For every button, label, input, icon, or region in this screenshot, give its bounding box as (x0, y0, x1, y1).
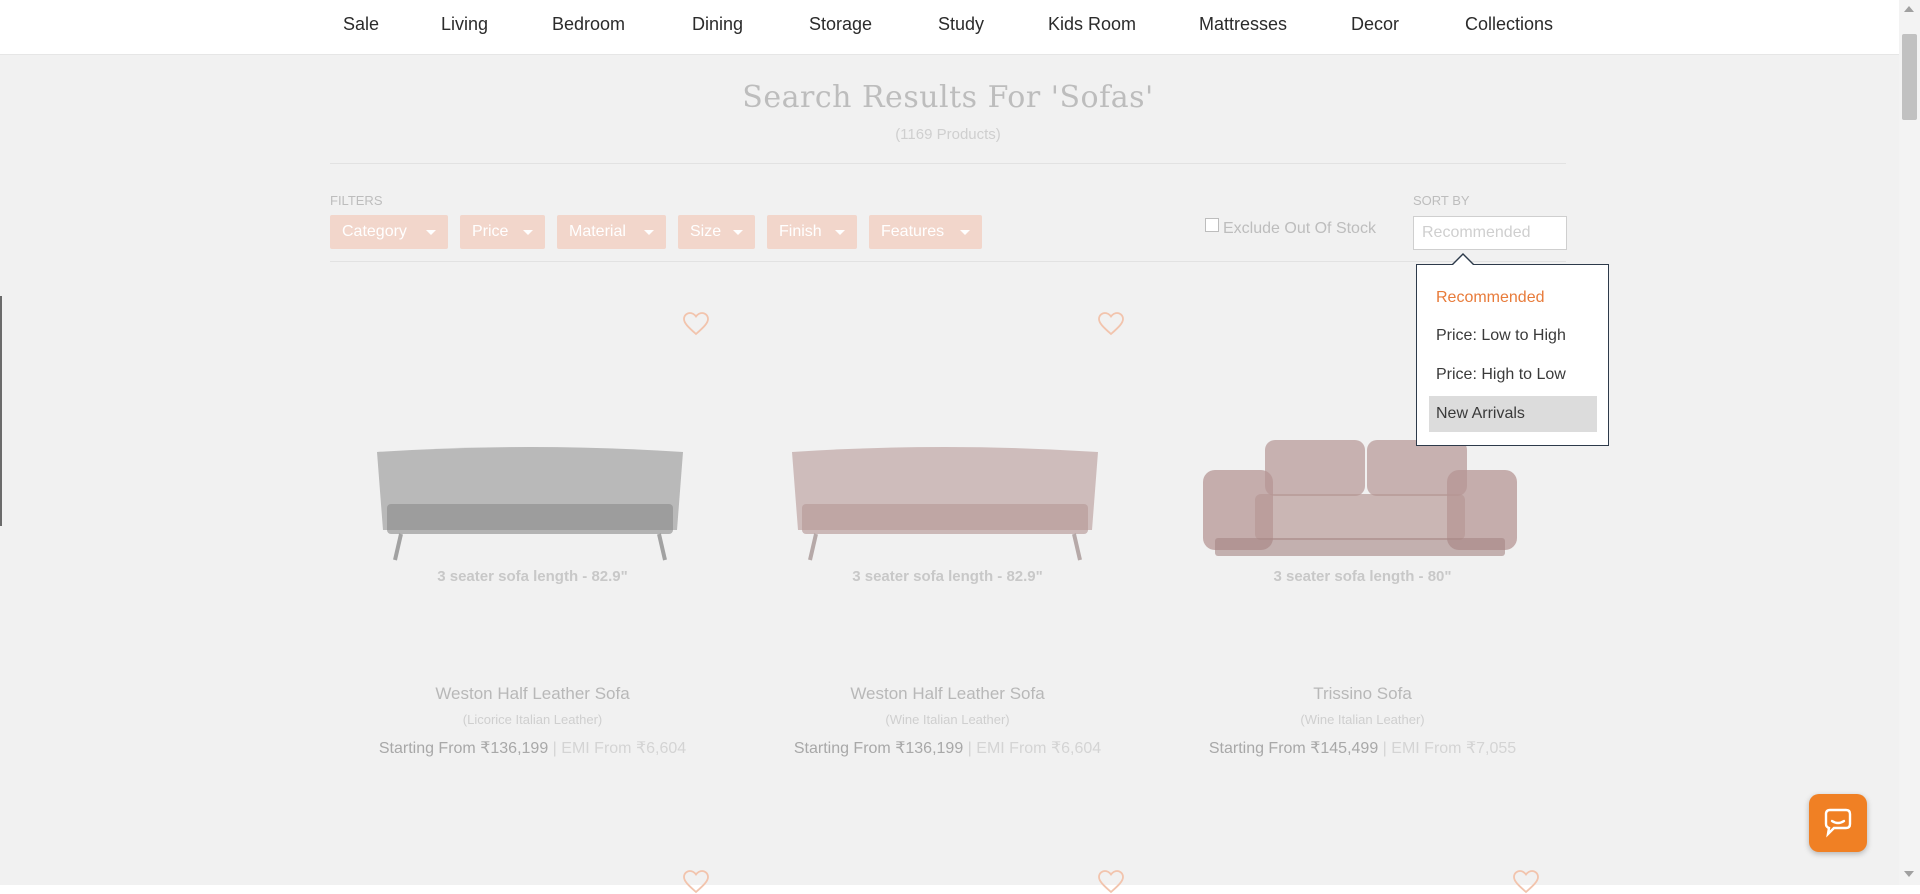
wishlist-heart-icon[interactable] (683, 870, 709, 894)
sofa-dimension-caption: 3 seater sofa length - 80" (1273, 568, 1452, 585)
sofa-dimension-caption: 3 seater sofa length - 82.9" (437, 568, 628, 585)
product-name[interactable]: Trissino Sofa (1155, 684, 1570, 704)
sort-dropdown-menu: Recommended Price: Low to High Price: Hi… (1416, 253, 1609, 446)
product-card[interactable]: 3 seater sofa length - 82.9" Weston Half… (325, 300, 740, 770)
product-price: Starting From ₹136,199 | EMI From ₹6,604 (740, 738, 1155, 758)
filter-size-button[interactable]: Size (678, 215, 755, 249)
product-price: Starting From ₹145,499 | EMI From ₹7,055 (1155, 738, 1570, 758)
starting-price: Starting From ₹136,199 (793, 740, 964, 757)
filter-features-button[interactable]: Features (869, 215, 982, 249)
top-nav: Sale Living Bedroom Dining Storage Study… (0, 0, 1899, 55)
caret-down-icon (523, 230, 533, 235)
wishlist-heart-icon[interactable] (1513, 870, 1539, 894)
nav-item-living[interactable]: Living (441, 14, 488, 35)
caret-down-icon (733, 230, 743, 235)
caret-down-icon (960, 230, 970, 235)
emi-price: | EMI From ₹6,604 (967, 740, 1102, 757)
exclude-out-of-stock-label: Exclude Out Of Stock (1223, 220, 1376, 237)
exclude-out-of-stock[interactable]: Exclude Out Of Stock (1205, 218, 1376, 238)
product-name[interactable]: Weston Half Leather Sofa (325, 684, 740, 704)
page: Sale Living Bedroom Dining Storage Study… (0, 0, 1899, 894)
nav-item-collections[interactable]: Collections (1465, 14, 1553, 35)
filter-label: Price (472, 223, 509, 240)
caret-down-icon (644, 230, 654, 235)
chat-icon (1824, 808, 1852, 838)
product-variant: (Wine Italian Leather) (1300, 712, 1425, 727)
nav-item-mattresses[interactable]: Mattresses (1199, 14, 1287, 35)
filter-label: Category (342, 223, 407, 240)
wishlist-heart-icon[interactable] (1098, 312, 1124, 336)
sort-option-recommended[interactable]: Recommended (1429, 280, 1597, 316)
sofa-dimension-caption: 3 seater sofa length - 82.9" (852, 568, 1043, 585)
nav-item-kids-room[interactable]: Kids Room (1048, 14, 1136, 35)
wishlist-heart-icon[interactable] (683, 312, 709, 336)
dropdown-pointer-fill (1452, 255, 1474, 266)
product-variant: (Licorice Italian Leather) (462, 712, 603, 727)
nav-item-storage[interactable]: Storage (809, 14, 872, 35)
filter-material-button[interactable]: Material (557, 215, 666, 249)
filter-label: Finish (779, 223, 822, 240)
filter-label: Features (881, 223, 945, 240)
nav-item-study[interactable]: Study (938, 14, 984, 35)
page-title: Search Results For 'Sofas' (742, 80, 1154, 115)
product-variant: (Wine Italian Leather) (885, 712, 1010, 727)
wishlist-heart-icon[interactable] (1098, 870, 1124, 894)
sofa-image[interactable] (780, 420, 1110, 570)
filter-price-button[interactable]: Price (460, 215, 545, 249)
sort-select[interactable]: Recommended (1413, 216, 1567, 250)
filter-label: Size (690, 223, 722, 240)
filter-finish-button[interactable]: Finish (767, 215, 857, 249)
sort-by-label: SORT BY (1413, 193, 1470, 208)
nav-item-bedroom[interactable]: Bedroom (552, 14, 625, 35)
emi-price: | EMI From ₹6,604 (552, 740, 687, 757)
filters-label: FILTERS (330, 193, 383, 208)
side-panel-edge (0, 296, 2, 526)
starting-price: Starting From ₹136,199 (378, 740, 549, 757)
product-card[interactable]: 3 seater sofa length - 82.9" Weston Half… (740, 300, 1155, 770)
sort-option-price-low-high[interactable]: Price: Low to High (1429, 318, 1597, 354)
caret-down-icon (835, 230, 845, 235)
nav-item-dining[interactable]: Dining (692, 14, 743, 35)
divider (330, 261, 1566, 262)
filter-category-button[interactable]: Category (330, 215, 448, 249)
starting-price: Starting From ₹145,499 (1208, 740, 1379, 757)
sofa-image[interactable] (365, 420, 695, 570)
nav-item-decor[interactable]: Decor (1351, 14, 1399, 35)
product-name[interactable]: Weston Half Leather Sofa (740, 684, 1155, 704)
divider (330, 163, 1566, 164)
product-count: (1169 Products) (895, 126, 1001, 143)
vertical-scrollbar[interactable] (1899, 0, 1920, 885)
filter-label: Material (569, 223, 626, 240)
product-price: Starting From ₹136,199 | EMI From ₹6,604 (325, 738, 740, 758)
exclude-out-of-stock-checkbox[interactable] (1205, 218, 1219, 232)
scroll-up-arrow-icon[interactable] (1904, 6, 1914, 12)
caret-down-icon (426, 230, 436, 235)
scroll-down-arrow-icon[interactable] (1904, 871, 1914, 877)
sort-option-new-arrivals[interactable]: New Arrivals (1429, 396, 1597, 432)
nav-item-sale[interactable]: Sale (343, 14, 379, 35)
chat-button[interactable] (1809, 794, 1867, 852)
scrollbar-thumb[interactable] (1902, 34, 1917, 120)
sort-option-price-high-low[interactable]: Price: High to Low (1429, 357, 1597, 393)
emi-price: | EMI From ₹7,055 (1382, 740, 1517, 757)
